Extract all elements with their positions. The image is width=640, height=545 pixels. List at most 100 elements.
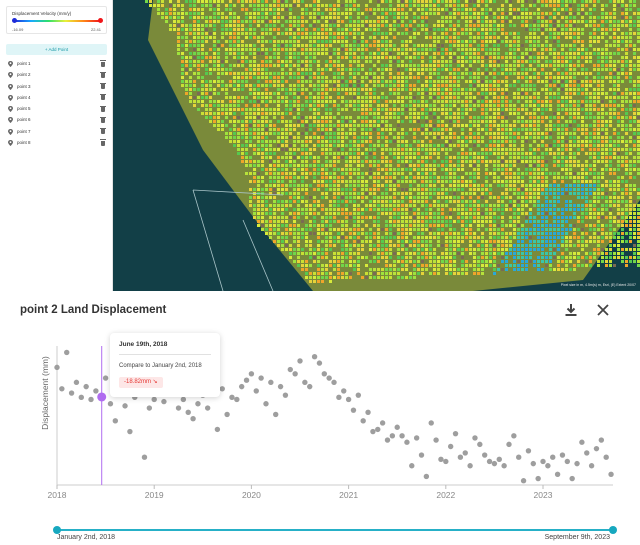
map-pixel	[269, 64, 272, 67]
map-pixel	[237, 28, 240, 31]
map-pixel	[513, 32, 516, 35]
map-pixel	[465, 136, 468, 139]
displacement-map[interactable]	[113, 0, 640, 291]
trash-icon[interactable]	[100, 60, 106, 67]
map-pixel	[549, 36, 552, 39]
point-list-item[interactable]: point 2	[6, 69, 107, 80]
map-pixel	[477, 168, 480, 171]
map-pixel	[205, 96, 208, 99]
trash-icon[interactable]	[100, 82, 106, 90]
map-pixel	[529, 116, 532, 119]
map-pixel	[269, 188, 272, 191]
map-pixel	[569, 216, 572, 219]
trash-icon[interactable]	[100, 116, 106, 123]
map-pixel	[333, 40, 336, 43]
map-pixel	[629, 188, 632, 191]
map-pixel	[433, 84, 436, 87]
map-pixel	[345, 56, 348, 59]
map-pixel	[485, 184, 488, 187]
map-pixel	[409, 144, 412, 147]
map-pixel	[289, 176, 292, 179]
map-pixel	[617, 92, 620, 95]
map-pixel	[601, 92, 604, 95]
map-pixel	[277, 208, 280, 211]
map-pixel	[301, 176, 304, 179]
map-pixel	[617, 60, 620, 63]
map-pixel	[393, 196, 396, 199]
map-pixel	[345, 48, 348, 51]
map-pixel	[317, 96, 320, 99]
map-pixel	[341, 40, 344, 43]
map-pixel	[461, 132, 464, 135]
trash-icon[interactable]	[100, 139, 106, 146]
map-pixel	[289, 120, 292, 123]
map-pixel	[425, 20, 428, 23]
map-pixel	[545, 128, 548, 131]
map-pixel	[437, 0, 440, 3]
trash-icon[interactable]	[100, 71, 106, 78]
point-list-item[interactable]: point 4	[6, 92, 107, 103]
map-pixel	[561, 192, 564, 195]
map-pixel	[329, 20, 332, 23]
map-pixel	[473, 28, 476, 31]
map-pixel	[273, 116, 276, 119]
trash-icon[interactable]	[100, 94, 106, 101]
map-pixel	[617, 88, 620, 91]
map-pixel	[621, 40, 624, 43]
map-pixel	[229, 44, 232, 47]
map-pixel	[365, 20, 368, 23]
point-list-item[interactable]: point 1	[6, 58, 107, 69]
map-pixel	[533, 184, 536, 187]
map-pixel	[433, 176, 436, 179]
map-pixel	[225, 40, 228, 43]
map-pixel	[601, 84, 604, 87]
map-pixel	[477, 0, 480, 3]
map-pixel	[433, 92, 436, 95]
map-pixel	[457, 220, 460, 223]
map-pixel	[537, 196, 540, 199]
map-pixel	[461, 144, 464, 147]
map-pixel	[397, 84, 400, 87]
map-view[interactable]: Pixel size in m, 4.5m(s) m, Esri, (E) Ex…	[113, 0, 640, 291]
map-pixel	[229, 72, 232, 75]
map-pixel	[561, 156, 564, 159]
map-pixel	[525, 204, 528, 207]
map-pixel	[285, 96, 288, 99]
map-pixel	[273, 188, 276, 191]
map-pixel	[361, 108, 364, 111]
map-pixel	[549, 52, 552, 55]
map-pixel	[189, 68, 192, 71]
map-pixel	[497, 56, 500, 59]
map-pixel	[625, 132, 628, 135]
map-pixel	[193, 64, 196, 67]
map-pixel	[281, 148, 284, 151]
trash-icon[interactable]	[100, 105, 106, 112]
map-pixel	[317, 36, 320, 39]
map-pixel	[413, 28, 416, 31]
map-pixel	[181, 60, 184, 63]
map-pixel	[597, 180, 600, 183]
point-list-item[interactable]: point 3	[6, 81, 107, 92]
point-list-item[interactable]: point 5	[6, 103, 107, 114]
point-list-item[interactable]: point 6	[6, 114, 107, 125]
map-pixel	[461, 220, 464, 223]
map-pixel	[389, 12, 392, 15]
point-list-item[interactable]: point 7	[6, 126, 107, 137]
add-point-button[interactable]: + Add Point	[6, 44, 107, 55]
point-list-item[interactable]: point 8	[6, 137, 107, 148]
map-pixel	[321, 140, 324, 143]
map-pixel	[433, 100, 436, 103]
map-pixel	[557, 124, 560, 127]
map-pixel	[361, 176, 364, 179]
map-pixel	[377, 40, 380, 43]
map-pixel	[505, 16, 508, 19]
map-pixel	[585, 84, 588, 87]
map-pixel	[469, 152, 472, 155]
map-pixel	[601, 4, 604, 7]
map-pixel	[525, 84, 528, 87]
map-pixel	[457, 216, 460, 219]
trash-icon[interactable]	[100, 128, 106, 135]
map-pixel	[333, 64, 336, 67]
map-pixel	[297, 204, 300, 207]
map-pixel	[481, 140, 484, 143]
